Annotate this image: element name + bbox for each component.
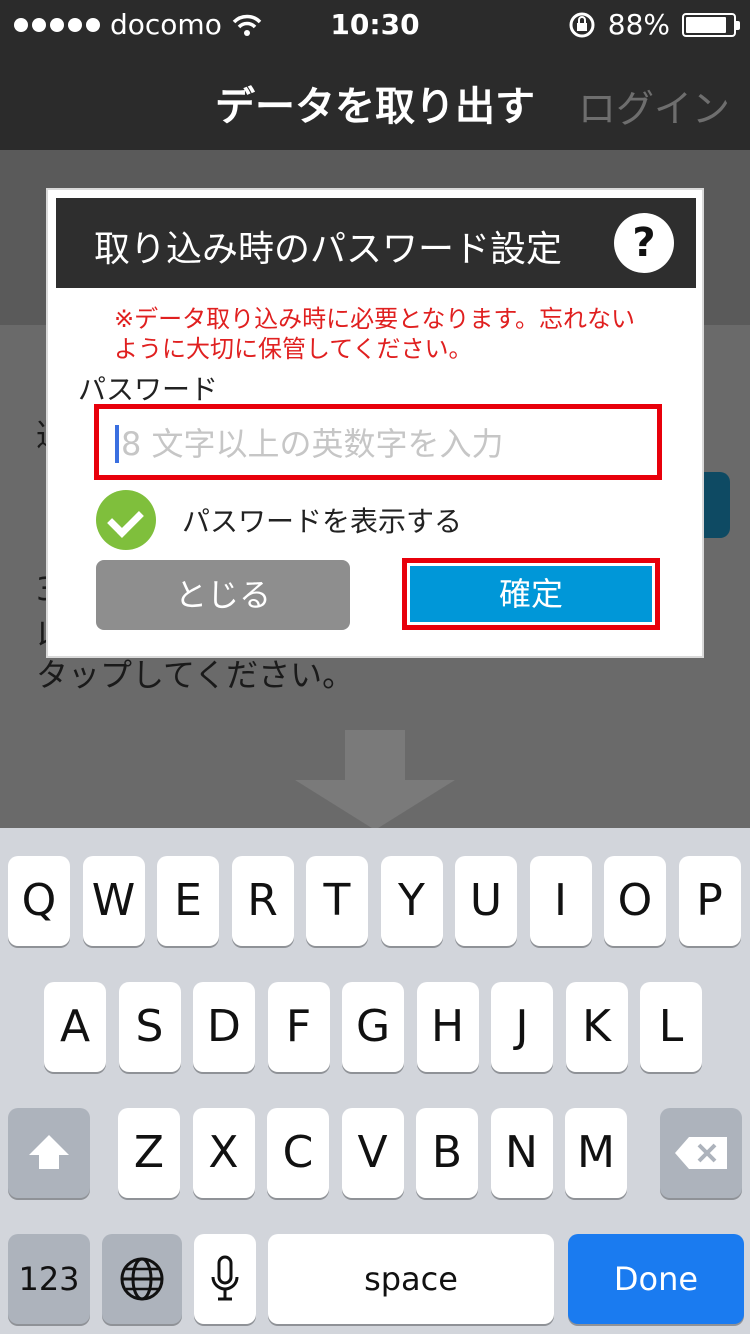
show-password-toggle[interactable]: パスワードを表示する (96, 490, 462, 550)
battery-percent: 88% (607, 8, 670, 41)
nav-title-text: データを取り出す (215, 84, 535, 130)
key-l[interactable]: L (640, 982, 702, 1072)
delete-key[interactable] (660, 1108, 742, 1198)
key-p[interactable]: P (678, 856, 741, 946)
dialog-title: 取り込み時のパスワード設定 (94, 229, 563, 270)
password-input[interactable] (121, 417, 641, 471)
key-k[interactable]: K (565, 982, 628, 1072)
key-s[interactable]: S (118, 982, 181, 1072)
rotation-lock-icon (569, 12, 595, 37)
status-right: 88% (568, 8, 740, 41)
space-key[interactable]: space (268, 1234, 554, 1324)
login-button[interactable]: ログイン (578, 78, 730, 133)
key-z[interactable]: Z (118, 1108, 180, 1198)
show-password-label: パスワードを表示する (182, 505, 463, 538)
nav-bar: データを取り出す ログイン (0, 50, 750, 150)
checkmark-icon[interactable] (96, 490, 156, 550)
globe-icon (120, 1257, 164, 1301)
key-t[interactable]: T (306, 856, 368, 946)
password-dialog: 取り込み時のパスワード設定 ? ※データ取り込み時に必要となります。忘れないよう… (46, 188, 704, 658)
key-w[interactable]: W (82, 856, 145, 946)
done-key[interactable]: Done (568, 1234, 744, 1324)
text-caret (115, 425, 119, 463)
confirm-button-frame: 確定 (402, 558, 660, 630)
password-label: パスワード (78, 373, 219, 406)
backspace-icon (675, 1137, 727, 1169)
confirm-button[interactable]: 確定 (410, 566, 652, 622)
dialog-notice: ※データ取り込み時に必要となります。忘れないように大切に保管してください。 (114, 305, 635, 363)
keyboard: 123 space Done QWERTYUIOP ASDFGHJKL ZXCVBN… (0, 828, 750, 1334)
key-f[interactable]: F (267, 982, 330, 1072)
status-bar: docomo 10:30 88% (0, 0, 750, 50)
key-x[interactable]: X (192, 1108, 255, 1198)
numbers-key[interactable]: 123 (8, 1234, 90, 1324)
key-r[interactable]: R (231, 856, 294, 946)
key-v[interactable]: V (341, 1108, 404, 1198)
key-h[interactable]: H (416, 982, 479, 1072)
help-icon[interactable]: ? (614, 213, 674, 273)
shift-icon (29, 1135, 69, 1169)
key-m[interactable]: M (565, 1108, 627, 1198)
key-c[interactable]: C (267, 1108, 329, 1198)
key-e[interactable]: E (157, 856, 219, 946)
key-a[interactable]: A (44, 982, 106, 1072)
key-y[interactable]: Y (380, 856, 443, 946)
dialog-header: 取り込み時のパスワード設定 ? (56, 198, 696, 288)
password-field-frame (94, 404, 662, 480)
key-q[interactable]: Q (8, 856, 70, 946)
key-b[interactable]: B (416, 1108, 478, 1198)
key-g[interactable]: G (342, 982, 404, 1072)
close-button[interactable]: とじる (96, 560, 350, 630)
microphone-key[interactable] (194, 1234, 256, 1324)
shift-key[interactable] (8, 1108, 90, 1198)
down-arrow-icon (295, 730, 455, 830)
microphone-icon (211, 1255, 239, 1301)
globe-key[interactable] (102, 1234, 182, 1324)
key-j[interactable]: J (491, 982, 553, 1072)
key-i[interactable]: I (529, 856, 592, 946)
key-n[interactable]: N (490, 1108, 553, 1198)
key-u[interactable]: U (455, 856, 517, 946)
battery-icon (682, 12, 740, 37)
key-d[interactable]: D (193, 982, 255, 1072)
key-o[interactable]: O (604, 856, 666, 946)
